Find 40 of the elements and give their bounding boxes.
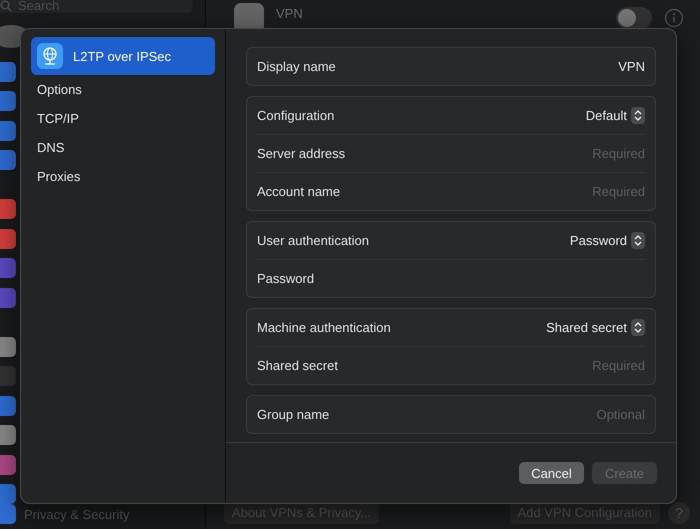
field-label: Configuration [257,108,336,123]
app-icon[interactable] [0,258,16,278]
popup-button[interactable]: Shared secret [546,319,645,336]
sidebar-item[interactable]: Proxies [31,162,215,191]
app-icon[interactable] [0,288,16,308]
app-icon[interactable] [0,62,16,82]
stepper-icon [631,107,645,124]
app-icon[interactable] [0,120,16,140]
toggle-switch[interactable] [616,7,652,29]
sidebar-item[interactable]: L2TP over IPSec [31,37,215,75]
app-icon[interactable] [0,91,16,111]
app-icon[interactable] [0,396,16,416]
popup-button[interactable]: Password [570,232,645,249]
field-label: Shared secret [257,358,339,373]
app-icon[interactable] [0,454,16,474]
field-label: Account name [257,184,342,199]
text-field[interactable]: VPN [618,59,645,74]
sidebar-item[interactable]: Options [31,75,215,104]
sidebar-item[interactable]: DNS [31,133,215,162]
app-icon[interactable] [0,228,16,248]
field-label: User authentication [257,233,370,248]
stepper-icon [631,232,645,249]
vpn-title: VPN [276,6,304,21]
info-icon[interactable] [664,8,684,28]
search-icon [0,0,12,12]
app-icon[interactable] [0,336,16,356]
field-label: Group name [257,407,330,422]
app-icon[interactable] [0,199,16,219]
sidebar-item[interactable]: TCP/IP [31,104,215,133]
field-label: Server address [257,146,346,161]
field-label: Machine authentication [257,320,392,335]
popup-button[interactable]: Default [586,107,645,124]
app-icon[interactable] [0,425,16,445]
cancel-button[interactable]: Cancel [519,462,584,484]
app-icon[interactable] [0,150,16,170]
app-icon[interactable] [0,484,16,504]
globe-icon [37,43,63,69]
field-label: Display name [257,59,337,74]
field-label: Password [257,271,316,286]
stepper-icon [631,319,645,336]
